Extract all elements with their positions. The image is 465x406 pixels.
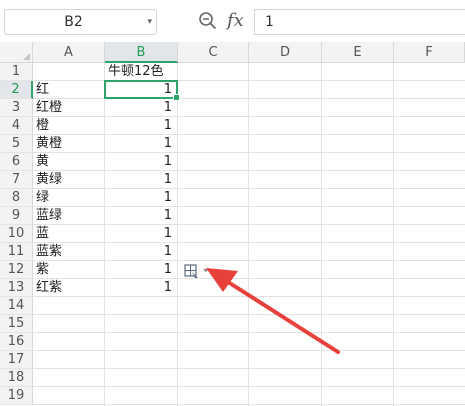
cell-a2[interactable]: 红 xyxy=(36,81,49,99)
cell-a5[interactable]: 黄橙 xyxy=(36,135,62,153)
grid-line-horizontal xyxy=(33,134,465,135)
row-header-14[interactable]: 14 xyxy=(0,297,33,315)
grid-line-horizontal xyxy=(33,332,465,333)
grid-line-horizontal xyxy=(33,386,465,387)
cell-b9[interactable]: 1 xyxy=(105,207,172,225)
row-header-5[interactable]: 5 xyxy=(0,135,33,153)
row-header-17[interactable]: 17 xyxy=(0,351,33,369)
grid-line-vertical xyxy=(248,63,249,406)
grid-line-horizontal xyxy=(33,224,465,225)
row-header-18[interactable]: 18 xyxy=(0,369,33,387)
formula-input[interactable]: 1 xyxy=(254,9,465,35)
fill-handle[interactable] xyxy=(173,94,180,101)
row-header-12[interactable]: 12 xyxy=(0,261,33,279)
selected-cell-border xyxy=(104,80,180,101)
cell-b8[interactable]: 1 xyxy=(105,189,172,207)
grid-line-horizontal xyxy=(33,404,465,405)
cell-a10[interactable]: 蓝 xyxy=(36,225,49,243)
formula-value: 1 xyxy=(265,14,274,30)
row-header-16[interactable]: 16 xyxy=(0,333,33,351)
cell-a9[interactable]: 蓝绿 xyxy=(36,207,62,225)
grid-line-horizontal xyxy=(33,152,465,153)
grid-line-horizontal xyxy=(33,278,465,279)
cell-a13[interactable]: 红紫 xyxy=(36,279,62,297)
column-header-a[interactable]: A xyxy=(33,42,105,63)
grid-line-horizontal xyxy=(33,98,465,99)
grid-line-vertical xyxy=(177,63,178,406)
spreadsheet-grid[interactable]: A B C D E F 1 2 3 4 5 6 7 8 9 10 11 12 13 14 15 16 17 18 19 牛顿12色… xyxy=(0,42,465,406)
row-header-6[interactable]: 6 xyxy=(0,153,33,171)
name-box-value: B2 xyxy=(64,14,83,30)
cell-a3[interactable]: 红橙 xyxy=(36,99,62,117)
grid-line-horizontal xyxy=(33,188,465,189)
cell-a7[interactable]: 黄绿 xyxy=(36,171,62,189)
grid-line-horizontal xyxy=(33,260,465,261)
cell-b4[interactable]: 1 xyxy=(105,117,172,135)
row-header-9[interactable]: 9 xyxy=(0,207,33,225)
grid-line-horizontal xyxy=(33,242,465,243)
fx-icon[interactable]: fx xyxy=(227,8,244,34)
column-header-d[interactable]: D xyxy=(249,42,322,63)
select-all-corner[interactable] xyxy=(0,42,33,63)
chevron-down-icon[interactable]: ▾ xyxy=(147,10,152,34)
row-header-15[interactable]: 15 xyxy=(0,315,33,333)
grid-line-vertical xyxy=(393,63,394,406)
grid-line-horizontal xyxy=(33,80,465,81)
grid-line-horizontal xyxy=(33,314,465,315)
cell-a8[interactable]: 绿 xyxy=(36,189,49,207)
cell-a12[interactable]: 紫 xyxy=(36,261,49,279)
cell-b3[interactable]: 1 xyxy=(105,99,172,117)
autofill-options-icon xyxy=(184,264,209,278)
grid-line-horizontal xyxy=(33,368,465,369)
row-header-2[interactable]: 2 xyxy=(0,81,33,99)
column-header-e[interactable]: E xyxy=(322,42,394,63)
grid-line-vertical xyxy=(321,63,322,406)
cell-b6[interactable]: 1 xyxy=(105,153,172,171)
cell-b10[interactable]: 1 xyxy=(105,225,172,243)
row-header-19[interactable]: 19 xyxy=(0,387,33,405)
grid-line-horizontal xyxy=(33,170,465,171)
column-header-c[interactable]: C xyxy=(178,42,249,63)
column-header-f[interactable]: F xyxy=(394,42,465,63)
cell-b1[interactable]: 牛顿12色 xyxy=(108,63,164,81)
grid-line-horizontal xyxy=(33,350,465,351)
grid-line-horizontal xyxy=(33,296,465,297)
column-header-b[interactable]: B xyxy=(105,42,178,63)
grid-line-horizontal xyxy=(33,206,465,207)
cell-a6[interactable]: 黄 xyxy=(36,153,49,171)
cell-b5[interactable]: 1 xyxy=(105,135,172,153)
row-header-10[interactable]: 10 xyxy=(0,225,33,243)
row-header-11[interactable]: 11 xyxy=(0,243,33,261)
autofill-options-button[interactable] xyxy=(182,260,212,282)
row-header-7[interactable]: 7 xyxy=(0,171,33,189)
formula-bar: B2 ▾ fx 1 xyxy=(0,0,465,42)
row-header-13[interactable]: 13 xyxy=(0,279,33,297)
cell-a11[interactable]: 蓝紫 xyxy=(36,243,62,261)
cell-b7[interactable]: 1 xyxy=(105,171,172,189)
cell-b11[interactable]: 1 xyxy=(105,243,172,261)
cell-b12[interactable]: 1 xyxy=(105,261,172,279)
row-header-8[interactable]: 8 xyxy=(0,189,33,207)
row-header-4[interactable]: 4 xyxy=(0,117,33,135)
row-header-1[interactable]: 1 xyxy=(0,63,33,81)
cell-a4[interactable]: 橙 xyxy=(36,117,49,135)
name-box[interactable]: B2 ▾ xyxy=(4,9,157,35)
cell-b13[interactable]: 1 xyxy=(105,279,172,297)
grid-line-horizontal xyxy=(33,116,465,117)
zoom-icon[interactable] xyxy=(198,11,218,31)
row-header-3[interactable]: 3 xyxy=(0,99,33,117)
